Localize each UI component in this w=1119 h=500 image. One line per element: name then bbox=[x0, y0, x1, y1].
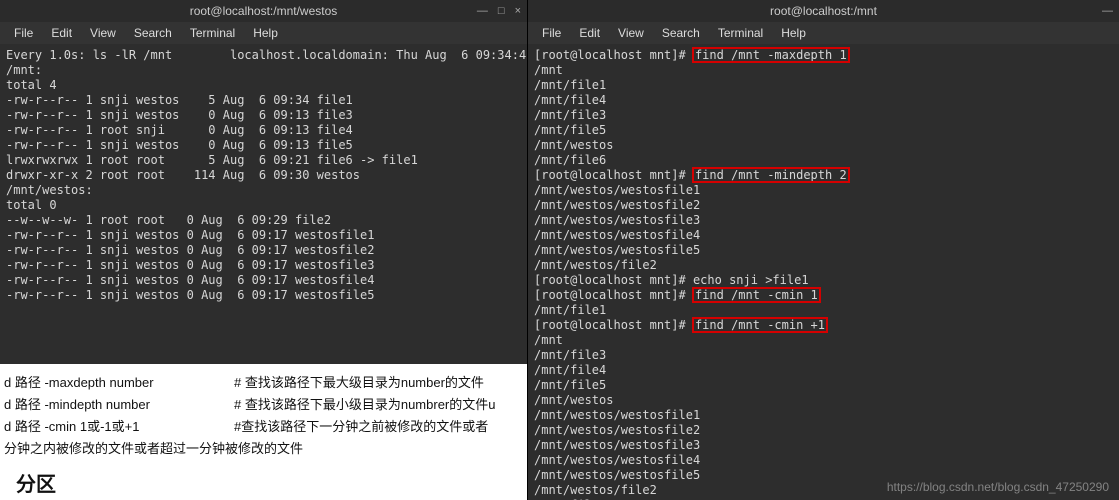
terminal-line: -rw-r--r-- 1 snji westos 5 Aug 6 09:34 f… bbox=[6, 93, 521, 108]
watermark: https://blog.csdn.net/blog.csdn_47250290 bbox=[887, 480, 1109, 494]
terminal-line: /mnt/westos/westosfile4 bbox=[534, 453, 1113, 468]
menu-view[interactable]: View bbox=[610, 24, 652, 42]
shell-prompt: [root@localhost mnt]# bbox=[534, 273, 693, 287]
shell-prompt: [root@localhost mnt]# bbox=[534, 318, 693, 332]
note-syntax: d 路径 -mindepth number bbox=[4, 394, 234, 416]
terminal-line: /mnt bbox=[534, 333, 1113, 348]
shell-command: find /mnt -cmin 1 bbox=[693, 288, 820, 302]
terminal-line: -rw-r--r-- 1 snji westos 0 Aug 6 09:13 f… bbox=[6, 108, 521, 123]
menu-terminal[interactable]: Terminal bbox=[182, 24, 243, 42]
shell-command: echo snji >file1 bbox=[693, 273, 809, 287]
note-desc: # 查找该路径下最小级目录为numbrer的文件u bbox=[234, 394, 495, 416]
terminal-line: Every 1.0s: ls -lR /mnt localhost.locald… bbox=[6, 48, 521, 63]
terminal-line: -rw-r--r-- 1 snji westos 0 Aug 6 09:17 w… bbox=[6, 228, 521, 243]
menu-help[interactable]: Help bbox=[245, 24, 286, 42]
terminal-line: /mnt/file5 bbox=[534, 378, 1113, 393]
titlebar-right[interactable]: root@localhost:/mnt — bbox=[528, 0, 1119, 22]
terminal-line: /mnt bbox=[534, 63, 1113, 78]
maximize-icon[interactable]: □ bbox=[498, 5, 505, 17]
terminal-line: /mnt/westos bbox=[534, 393, 1113, 408]
terminal-line: -rw-r--r-- 1 root snji 0 Aug 6 09:13 fil… bbox=[6, 123, 521, 138]
shell-prompt: [root@localhost mnt]# bbox=[534, 288, 693, 302]
terminal-line: /mnt/file1 bbox=[534, 303, 1113, 318]
terminal-prompt-line: [root@localhost mnt]# find /mnt -maxdept… bbox=[534, 48, 1113, 63]
right-terminal-window: root@localhost:/mnt — FileEditViewSearch… bbox=[528, 0, 1119, 500]
window-title: root@localhost:/mnt bbox=[770, 4, 877, 18]
terminal-line: /mnt/westos/westosfile3 bbox=[534, 213, 1113, 228]
shell-command: find /mnt -mindepth 2 bbox=[693, 168, 849, 182]
terminal-line: /mnt/file4 bbox=[534, 93, 1113, 108]
terminal-line: drwxr-xr-x 2 root root 114 Aug 6 09:30 w… bbox=[6, 168, 521, 183]
terminal-prompt-line: [root@localhost mnt]# find /mnt -cmin +1 bbox=[534, 318, 1113, 333]
menu-view[interactable]: View bbox=[82, 24, 124, 42]
terminal-prompt-line: [root@localhost mnt]# echo snji >file1 bbox=[534, 273, 1113, 288]
terminal-line: /mnt/file5 bbox=[534, 123, 1113, 138]
shell-prompt: [root@localhost mnt]# bbox=[534, 48, 693, 62]
menu-file[interactable]: File bbox=[534, 24, 569, 42]
terminal-output-right[interactable]: [root@localhost mnt]# find /mnt -maxdept… bbox=[528, 44, 1119, 500]
shell-command: find /mnt -maxdepth 1 bbox=[693, 48, 849, 62]
terminal-line: /mnt/file4 bbox=[534, 363, 1113, 378]
terminal-line: -rw-r--r-- 1 snji westos 0 Aug 6 09:17 w… bbox=[6, 273, 521, 288]
terminal-prompt-line: [root@localhost mnt]# find /mnt -cmin 1 bbox=[534, 288, 1113, 303]
terminal-line: /mnt/file3 bbox=[534, 348, 1113, 363]
terminal-line: /mnt/westos/westosfile5 bbox=[534, 243, 1113, 258]
menubar-left: FileEditViewSearchTerminalHelp bbox=[0, 22, 527, 44]
terminal-line: /mnt/westos/westosfile2 bbox=[534, 423, 1113, 438]
terminal-line: /mnt/file3 bbox=[534, 108, 1113, 123]
terminal-line: /mnt/file6 bbox=[534, 153, 1113, 168]
menu-terminal[interactable]: Terminal bbox=[710, 24, 771, 42]
terminal-line: -rw-r--r-- 1 snji westos 0 Aug 6 09:17 w… bbox=[6, 243, 521, 258]
close-icon[interactable]: × bbox=[515, 5, 521, 17]
menu-search[interactable]: Search bbox=[654, 24, 708, 42]
terminal-line: total 0 bbox=[6, 198, 521, 213]
shell-command: find /mnt -cmin +1 bbox=[693, 318, 827, 332]
menu-file[interactable]: File bbox=[6, 24, 41, 42]
terminal-prompt-line: [root@localhost mnt]# find /mnt -mindept… bbox=[534, 168, 1113, 183]
terminal-line: /mnt/file1 bbox=[534, 78, 1113, 93]
minimize-icon[interactable]: — bbox=[477, 5, 488, 17]
terminal-line: /mnt/westos/file2 bbox=[534, 258, 1113, 273]
menu-help[interactable]: Help bbox=[773, 24, 814, 42]
terminal-line: /mnt/westos: bbox=[6, 183, 521, 198]
note-desc: #查找该路径下一分钟之前被修改的文件或者 bbox=[234, 416, 488, 438]
terminal-line: /mnt/westos/westosfile3 bbox=[534, 438, 1113, 453]
terminal-output-left[interactable]: Every 1.0s: ls -lR /mnt localhost.locald… bbox=[0, 44, 527, 364]
note-row: d 路径 -cmin 1或-1或+1#查找该路径下一分钟之前被修改的文件或者 bbox=[4, 416, 523, 438]
terminal-line: total 4 bbox=[6, 78, 521, 93]
terminal-line: /mnt/westos/westosfile1 bbox=[534, 408, 1113, 423]
menu-search[interactable]: Search bbox=[126, 24, 180, 42]
terminal-line: -rw-r--r-- 1 snji westos 0 Aug 6 09:17 w… bbox=[6, 288, 521, 303]
section-heading: 分区 bbox=[16, 474, 523, 496]
terminal-line: -rw-r--r-- 1 snji westos 0 Aug 6 09:17 w… bbox=[6, 258, 521, 273]
terminal-line: /mnt: bbox=[6, 63, 521, 78]
note-syntax: d 路径 -cmin 1或-1或+1 bbox=[4, 416, 234, 438]
terminal-line: /mnt/westos/westosfile4 bbox=[534, 228, 1113, 243]
terminal-line: --w--w--w- 1 root root 0 Aug 6 09:29 fil… bbox=[6, 213, 521, 228]
terminal-line: /mnt/westos/westosfile1 bbox=[534, 183, 1113, 198]
note-row: d 路径 -maxdepth number# 查找该路径下最大级目录为numbe… bbox=[4, 372, 523, 394]
left-terminal-window: root@localhost:/mnt/westos — □ × FileEditV… bbox=[0, 0, 528, 500]
terminal-line: -rw-r--r-- 1 snji westos 0 Aug 6 09:13 f… bbox=[6, 138, 521, 153]
terminal-line: /mnt/westos/westosfile2 bbox=[534, 198, 1113, 213]
terminal-line: /mnt/westos bbox=[534, 138, 1113, 153]
menubar-right: FileEditViewSearchTerminalHelp bbox=[528, 22, 1119, 44]
note-desc: # 查找该路径下最大级目录为number的文件 bbox=[234, 372, 484, 394]
minimize-icon[interactable]: — bbox=[1102, 5, 1113, 17]
menu-edit[interactable]: Edit bbox=[571, 24, 608, 42]
menu-edit[interactable]: Edit bbox=[43, 24, 80, 42]
notes-area: d 路径 -maxdepth number# 查找该路径下最大级目录为numbe… bbox=[0, 364, 527, 500]
titlebar-left[interactable]: root@localhost:/mnt/westos — □ × bbox=[0, 0, 527, 22]
window-title: root@localhost:/mnt/westos bbox=[190, 4, 338, 18]
note-row: d 路径 -mindepth number# 查找该路径下最小级目录为numbr… bbox=[4, 394, 523, 416]
note-tail: 分钟之内被修改的文件或者超过一分钟被修改的文件 bbox=[4, 438, 523, 460]
shell-prompt: [root@localhost mnt]# bbox=[534, 168, 693, 182]
terminal-line: lrwxrwxrwx 1 root root 5 Aug 6 09:21 fil… bbox=[6, 153, 521, 168]
note-syntax: d 路径 -maxdepth number bbox=[4, 372, 234, 394]
